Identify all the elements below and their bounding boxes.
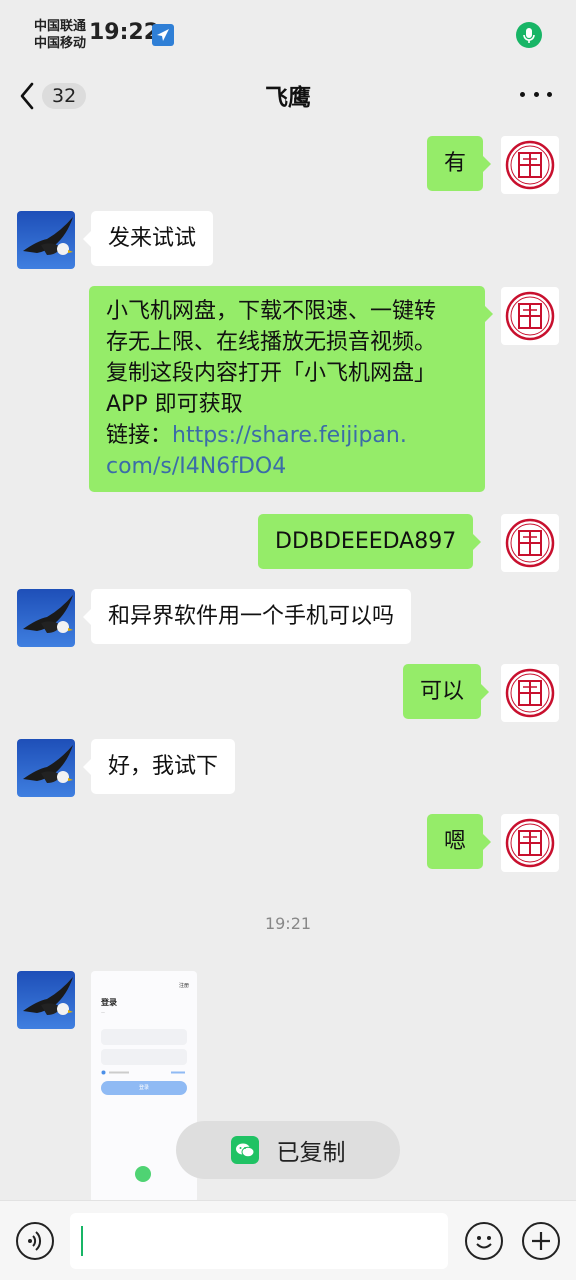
- my-avatar[interactable]: [501, 814, 559, 872]
- thumbnail-register-text: 注册: [178, 983, 189, 989]
- my-avatar[interactable]: [501, 664, 559, 722]
- contact-avatar[interactable]: [17, 589, 75, 647]
- message-text: 好，我试下: [108, 754, 219, 779]
- message-text-line: 存无上限、在线播放无损音视频。: [106, 330, 437, 355]
- contact-avatar[interactable]: [17, 971, 75, 1029]
- thumbnail-subtitle: —: [101, 1010, 105, 1015]
- input-bar: [0, 1200, 576, 1280]
- share-link[interactable]: https://share.feijipan.: [172, 423, 407, 448]
- message-bubble-outgoing[interactable]: 小飞机网盘，下载不限速、一键转 存无上限、在线播放无损音视频。 复制这段内容打开…: [89, 286, 493, 492]
- message-bubble-incoming[interactable]: 和异界软件用一个手机可以吗: [82, 589, 412, 644]
- chat-header: 32 飞鹰: [0, 68, 576, 126]
- plus-icon: [532, 1232, 550, 1250]
- location-arrow-icon: [152, 24, 174, 46]
- voice-button[interactable]: [16, 1222, 54, 1260]
- message-input[interactable]: [70, 1213, 448, 1269]
- thumbnail-field: [101, 1049, 187, 1065]
- more-actions-button[interactable]: [522, 1222, 560, 1260]
- thumbnail-title: 登录: [101, 998, 117, 1007]
- message-text: 发来试试: [108, 226, 197, 251]
- message-bubble-incoming[interactable]: 好，我试下: [82, 739, 236, 794]
- chat-message-list[interactable]: 有 发来试试 小飞机网盘，下载不限速、一键转 存无上限、在线播放无损音视频。 复…: [0, 126, 576, 1200]
- carrier-2: 中国移动: [34, 36, 87, 51]
- message-text: 有: [444, 151, 467, 176]
- link-prefix: 链接：: [106, 423, 173, 448]
- carrier-labels: 中国联通 中国移动: [34, 18, 86, 52]
- more-dots-icon: [520, 91, 525, 97]
- wechat-icon: [230, 1136, 259, 1164]
- contact-avatar[interactable]: [17, 211, 75, 269]
- copied-toast: 已复制: [176, 1121, 400, 1179]
- message-text: DDBDEEEDA897: [275, 529, 457, 554]
- status-bar: 中国联通 中国移动 19:22: [0, 0, 576, 68]
- my-avatar[interactable]: [501, 287, 559, 345]
- message-text-line: APP 即可获取: [106, 392, 243, 417]
- chat-title: 飞鹰: [265, 85, 311, 111]
- toast-text: 已复制: [276, 1140, 346, 1166]
- emoji-button[interactable]: [465, 1222, 503, 1260]
- carrier-1: 中国联通: [34, 19, 87, 34]
- message-text-line: 小飞机网盘，下载不限速、一键转: [106, 299, 437, 324]
- message-text-line: 复制这段内容打开「小飞机网盘」: [106, 361, 437, 386]
- more-button[interactable]: [520, 82, 552, 106]
- share-link-continued[interactable]: com/s/I4N6fDO4: [106, 454, 286, 479]
- voice-icon: [28, 1231, 42, 1251]
- message-text: 可以: [420, 679, 465, 704]
- message-text: 嗯: [444, 829, 467, 854]
- message-timestamp: 19:21: [264, 914, 312, 933]
- thumbnail-login-button: 登录: [101, 1081, 187, 1095]
- my-avatar[interactable]: [501, 514, 559, 572]
- thumbnail-field: [101, 1029, 187, 1045]
- message-bubble-incoming[interactable]: 发来试试: [82, 211, 214, 266]
- wechat-icon: [135, 1166, 151, 1182]
- contact-avatar[interactable]: [17, 739, 75, 797]
- message-bubble-outgoing[interactable]: 嗯: [427, 814, 492, 869]
- message-text: 和异界软件用一个手机可以吗: [108, 604, 395, 629]
- thumbnail-agreement-row: [101, 1070, 185, 1075]
- message-bubble-outgoing[interactable]: DDBDEEEDA897: [258, 514, 482, 569]
- message-bubble-outgoing[interactable]: 有: [427, 136, 492, 191]
- message-bubble-outgoing[interactable]: 可以: [403, 664, 490, 719]
- emoji-icon: [476, 1236, 492, 1249]
- status-time: 19:22: [89, 20, 160, 45]
- text-caret: [81, 1226, 83, 1256]
- microphone-icon: [516, 22, 542, 48]
- my-avatar[interactable]: [501, 136, 559, 194]
